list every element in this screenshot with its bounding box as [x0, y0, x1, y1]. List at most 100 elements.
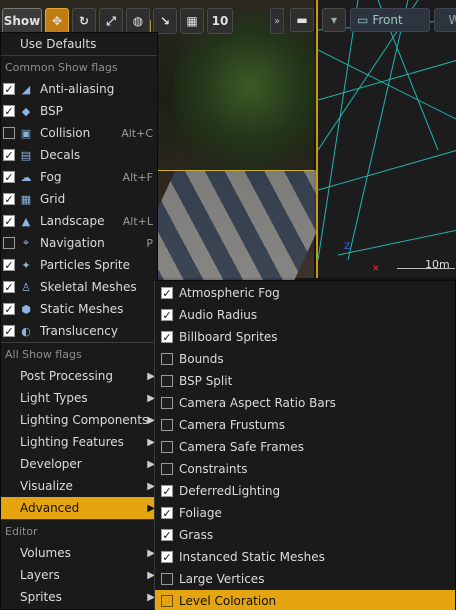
rotate-icon: ↻	[78, 14, 90, 28]
show-button[interactable]: Show	[2, 8, 42, 34]
show-flag-item[interactable]: ✓ ▲ Landscape Alt+L	[1, 210, 157, 232]
scale-tool-button[interactable]: ⤢	[99, 8, 123, 34]
submenu-item[interactable]: Post Processing ▶	[1, 365, 157, 387]
chevron-down-icon: ▾	[330, 13, 338, 27]
advanced-flag-item[interactable]: ✓ DeferredLighting	[155, 480, 455, 502]
checkbox[interactable]	[161, 375, 173, 387]
axis-x-icon: ✕	[372, 264, 380, 274]
advanced-flag-item[interactable]: Camera Frustums	[155, 414, 455, 436]
item-label: Light Types	[20, 391, 88, 405]
submenu-item[interactable]: Light Types ▶	[1, 387, 157, 409]
checkbox[interactable]	[161, 419, 173, 431]
particles-icon: ✦	[21, 258, 31, 272]
checkbox[interactable]	[161, 573, 173, 585]
submenu-item[interactable]: Volumes ▶	[1, 542, 157, 564]
grid-snap-button[interactable]: ▦	[180, 8, 204, 34]
checkbox[interactable]: ✓	[161, 551, 173, 563]
show-flag-item[interactable]: ⌖ Navigation P	[1, 232, 157, 254]
submenu-item[interactable]: Developer ▶	[1, 453, 157, 475]
advanced-flag-item[interactable]: ✓ Grass	[155, 524, 455, 546]
maximize-viewport-button[interactable]: ▬	[290, 8, 314, 32]
show-flag-item[interactable]: ✓ ◐ Translucency	[1, 320, 157, 342]
checkbox[interactable]: ✓	[3, 259, 15, 271]
checkbox[interactable]: ✓	[3, 171, 15, 183]
world-local-button[interactable]: ◍	[126, 8, 150, 34]
advanced-flag-item[interactable]: ✓ Foliage	[155, 502, 455, 524]
checkbox[interactable]	[3, 237, 15, 249]
checkbox[interactable]: ✓	[3, 83, 15, 95]
advanced-flag-item[interactable]: Bounds	[155, 348, 455, 370]
checkbox[interactable]: ✓	[3, 105, 15, 117]
item-label: Lighting Components	[20, 413, 149, 427]
show-flag-item[interactable]: ✓ ▦ Grid	[1, 188, 157, 210]
translate-tool-button[interactable]: ✥	[45, 8, 69, 34]
advanced-flags-list: ✓ Atmospheric Fog ✓ Audio Radius ✓ Billboard …	[155, 281, 455, 610]
advanced-flag-item[interactable]: BSP Split	[155, 370, 455, 392]
surface-snap-button[interactable]: ↘	[153, 8, 177, 34]
item-label: Landscape	[40, 214, 105, 228]
checkbox[interactable]	[161, 353, 173, 365]
show-flag-item[interactable]: ✓ ▤ Decals	[1, 144, 157, 166]
submenu-item[interactable]: Visualize ▶	[1, 475, 157, 497]
advanced-flag-item[interactable]: Camera Safe Frames	[155, 436, 455, 458]
grid-size-button[interactable]: 10	[207, 8, 233, 34]
item-label: Audio Radius	[179, 308, 258, 322]
checkbox[interactable]: ✓	[161, 287, 173, 299]
checkbox[interactable]	[3, 127, 15, 139]
viewport-options-button[interactable]: ▾	[322, 8, 346, 32]
submenu-item[interactable]: Sprites ▶	[1, 586, 157, 608]
advanced-flag-item[interactable]: ✓ Atmospheric Fog	[155, 282, 455, 304]
submenu-item[interactable]: Lighting Components ▶	[1, 409, 157, 431]
item-label: DeferredLighting	[179, 484, 281, 498]
advanced-flag-item[interactable]: Large Vertices	[155, 568, 455, 590]
show-flag-item[interactable]: ▣ Collision Alt+C	[1, 122, 157, 144]
submenu-item[interactable]: Advanced ▶	[1, 497, 157, 519]
front-viewport[interactable]	[316, 0, 456, 278]
checkbox[interactable]	[161, 441, 173, 453]
checkbox[interactable]: ✓	[3, 303, 15, 315]
submenu-item[interactable]: Lighting Features ▶	[1, 431, 157, 453]
checkbox[interactable]: ✓	[3, 193, 15, 205]
item-label: Camera Safe Frames	[179, 440, 304, 454]
toolbar-overflow-chevron[interactable]: »	[270, 8, 284, 34]
navigation-icon: ⌖	[22, 236, 30, 249]
checkbox[interactable]	[161, 463, 173, 475]
show-flag-item[interactable]: ✓ ✦ Particles Sprite	[1, 254, 157, 276]
checkbox[interactable]	[161, 397, 173, 409]
rotate-tool-button[interactable]: ↻	[72, 8, 96, 34]
checkbox[interactable]: ✓	[161, 529, 173, 541]
checkbox[interactable]: ✓	[161, 309, 173, 321]
show-flag-item[interactable]: ✓ ◆ BSP	[1, 100, 157, 122]
show-flag-item[interactable]: ✓ ☁ Fog Alt+F	[1, 166, 157, 188]
advanced-flag-item[interactable]: ✓ Audio Radius	[155, 304, 455, 326]
show-flag-item[interactable]: ✓ ◢ Anti-aliasing	[1, 78, 157, 100]
checkbox[interactable]	[161, 595, 173, 607]
editor-header: Editor	[5, 524, 38, 538]
bsp-icon: ◆	[21, 104, 31, 118]
checkbox[interactable]: ✓	[3, 281, 15, 293]
checkbox[interactable]: ✓	[3, 215, 15, 227]
axis-z-icon: Z	[344, 242, 351, 252]
view-mode-label: Wi	[448, 13, 456, 27]
translucency-icon: ◐	[21, 324, 31, 338]
view-mode-button[interactable]: Wi	[434, 8, 456, 32]
advanced-flag-item[interactable]: Constraints	[155, 458, 455, 480]
item-label: Skeletal Meshes	[40, 280, 137, 294]
checkbox[interactable]: ✓	[3, 149, 15, 161]
advanced-flag-item[interactable]: Camera Aspect Ratio Bars	[155, 392, 455, 414]
use-defaults-item[interactable]: Use Defaults	[1, 33, 157, 55]
skeletal-icon: ♙	[21, 280, 31, 294]
submenu-item[interactable]: Layers ▶	[1, 564, 157, 586]
advanced-flag-item[interactable]: ✓ Instanced Static Meshes	[155, 546, 455, 568]
checkbox[interactable]: ✓	[161, 507, 173, 519]
common-flags-list: ✓ ◢ Anti-aliasing ✓ ◆ BSP ▣ Collision Alt+C ✓ ▤ Dec…	[1, 78, 157, 342]
item-label: Fog	[40, 170, 62, 184]
checkbox[interactable]: ✓	[161, 331, 173, 343]
show-flag-item[interactable]: ✓ ♙ Skeletal Meshes	[1, 276, 157, 298]
checkbox[interactable]: ✓	[3, 325, 15, 337]
checkbox[interactable]: ✓	[161, 485, 173, 497]
advanced-flag-item[interactable]: Level Coloration	[155, 590, 455, 610]
view-type-button[interactable]: ▭ Front	[350, 8, 430, 32]
show-flag-item[interactable]: ✓ ⬢ Static Meshes	[1, 298, 157, 320]
advanced-flag-item[interactable]: ✓ Billboard Sprites	[155, 326, 455, 348]
